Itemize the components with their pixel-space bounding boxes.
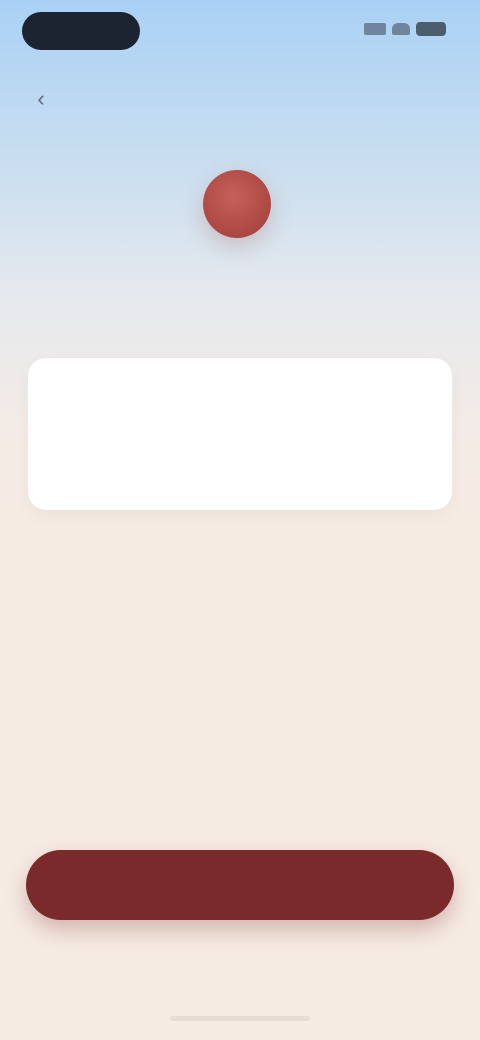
primary-button[interactable] xyxy=(26,850,454,920)
avatar-icon xyxy=(203,170,271,238)
wifi-icon xyxy=(392,23,410,35)
home-indicator xyxy=(170,1016,310,1021)
screen: ‹ xyxy=(0,0,480,1040)
signal-icon xyxy=(364,23,386,35)
text-input[interactable] xyxy=(52,408,432,492)
status-bar xyxy=(0,0,480,60)
status-icons xyxy=(364,22,446,36)
nav-bar: ‹ xyxy=(0,78,480,122)
avatar xyxy=(203,170,271,238)
input-card xyxy=(28,358,452,510)
battery-icon xyxy=(416,22,446,36)
dynamic-island xyxy=(22,12,140,50)
chevron-left-icon[interactable]: ‹ xyxy=(30,88,52,110)
